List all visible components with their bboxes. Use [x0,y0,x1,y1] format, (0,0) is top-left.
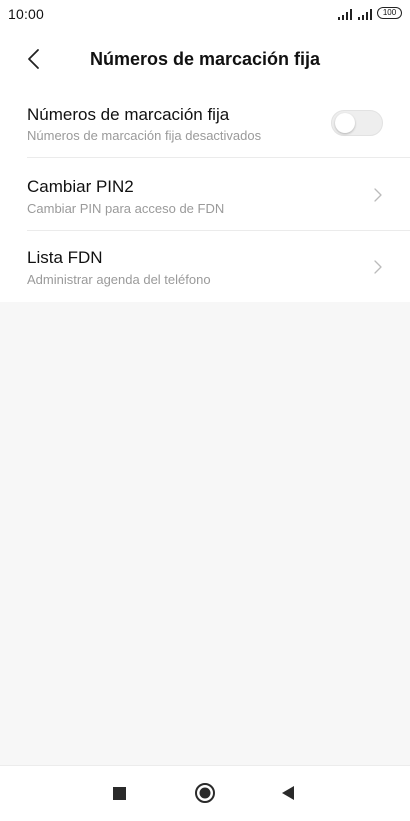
home-button[interactable] [194,782,216,804]
app-header: Números de marcación fija [0,38,410,82]
chevron-right-icon [371,260,385,274]
circle-icon [195,783,215,803]
setting-row-change-pin2[interactable]: Cambiar PIN2 Cambiar PIN para acceso de … [0,159,410,231]
battery-icon: 100 [377,7,402,19]
setting-title: Cambiar PIN2 [27,177,134,196]
setting-row-fdn-list[interactable]: Lista FDN Administrar agenda del teléfon… [0,231,410,302]
signal-icon [338,7,354,25]
navigation-bar [0,765,410,821]
status-time: 10:00 [8,6,45,22]
status-bar: 10:00 100 [0,0,410,30]
recent-apps-button[interactable] [113,787,126,800]
toggle-knob [335,113,355,133]
setting-subtitle: Cambiar PIN para acceso de FDN [27,201,225,216]
setting-subtitle: Administrar agenda del teléfono [27,272,211,287]
fdn-toggle[interactable] [331,110,383,136]
setting-title: Números de marcación fija [27,105,230,124]
triangle-back-icon [282,786,294,800]
chevron-right-icon [371,188,385,202]
page-title: Números de marcación fija [89,49,321,69]
setting-title: Lista FDN [27,248,103,267]
setting-subtitle: Números de marcación fija desactivados [27,128,262,143]
divider [27,157,410,158]
battery-level: 100 [382,8,397,17]
setting-row-fdn-toggle[interactable]: Números de marcación fija Números de mar… [0,98,410,158]
back-nav-button[interactable] [280,785,296,801]
signal-icon [358,7,374,25]
